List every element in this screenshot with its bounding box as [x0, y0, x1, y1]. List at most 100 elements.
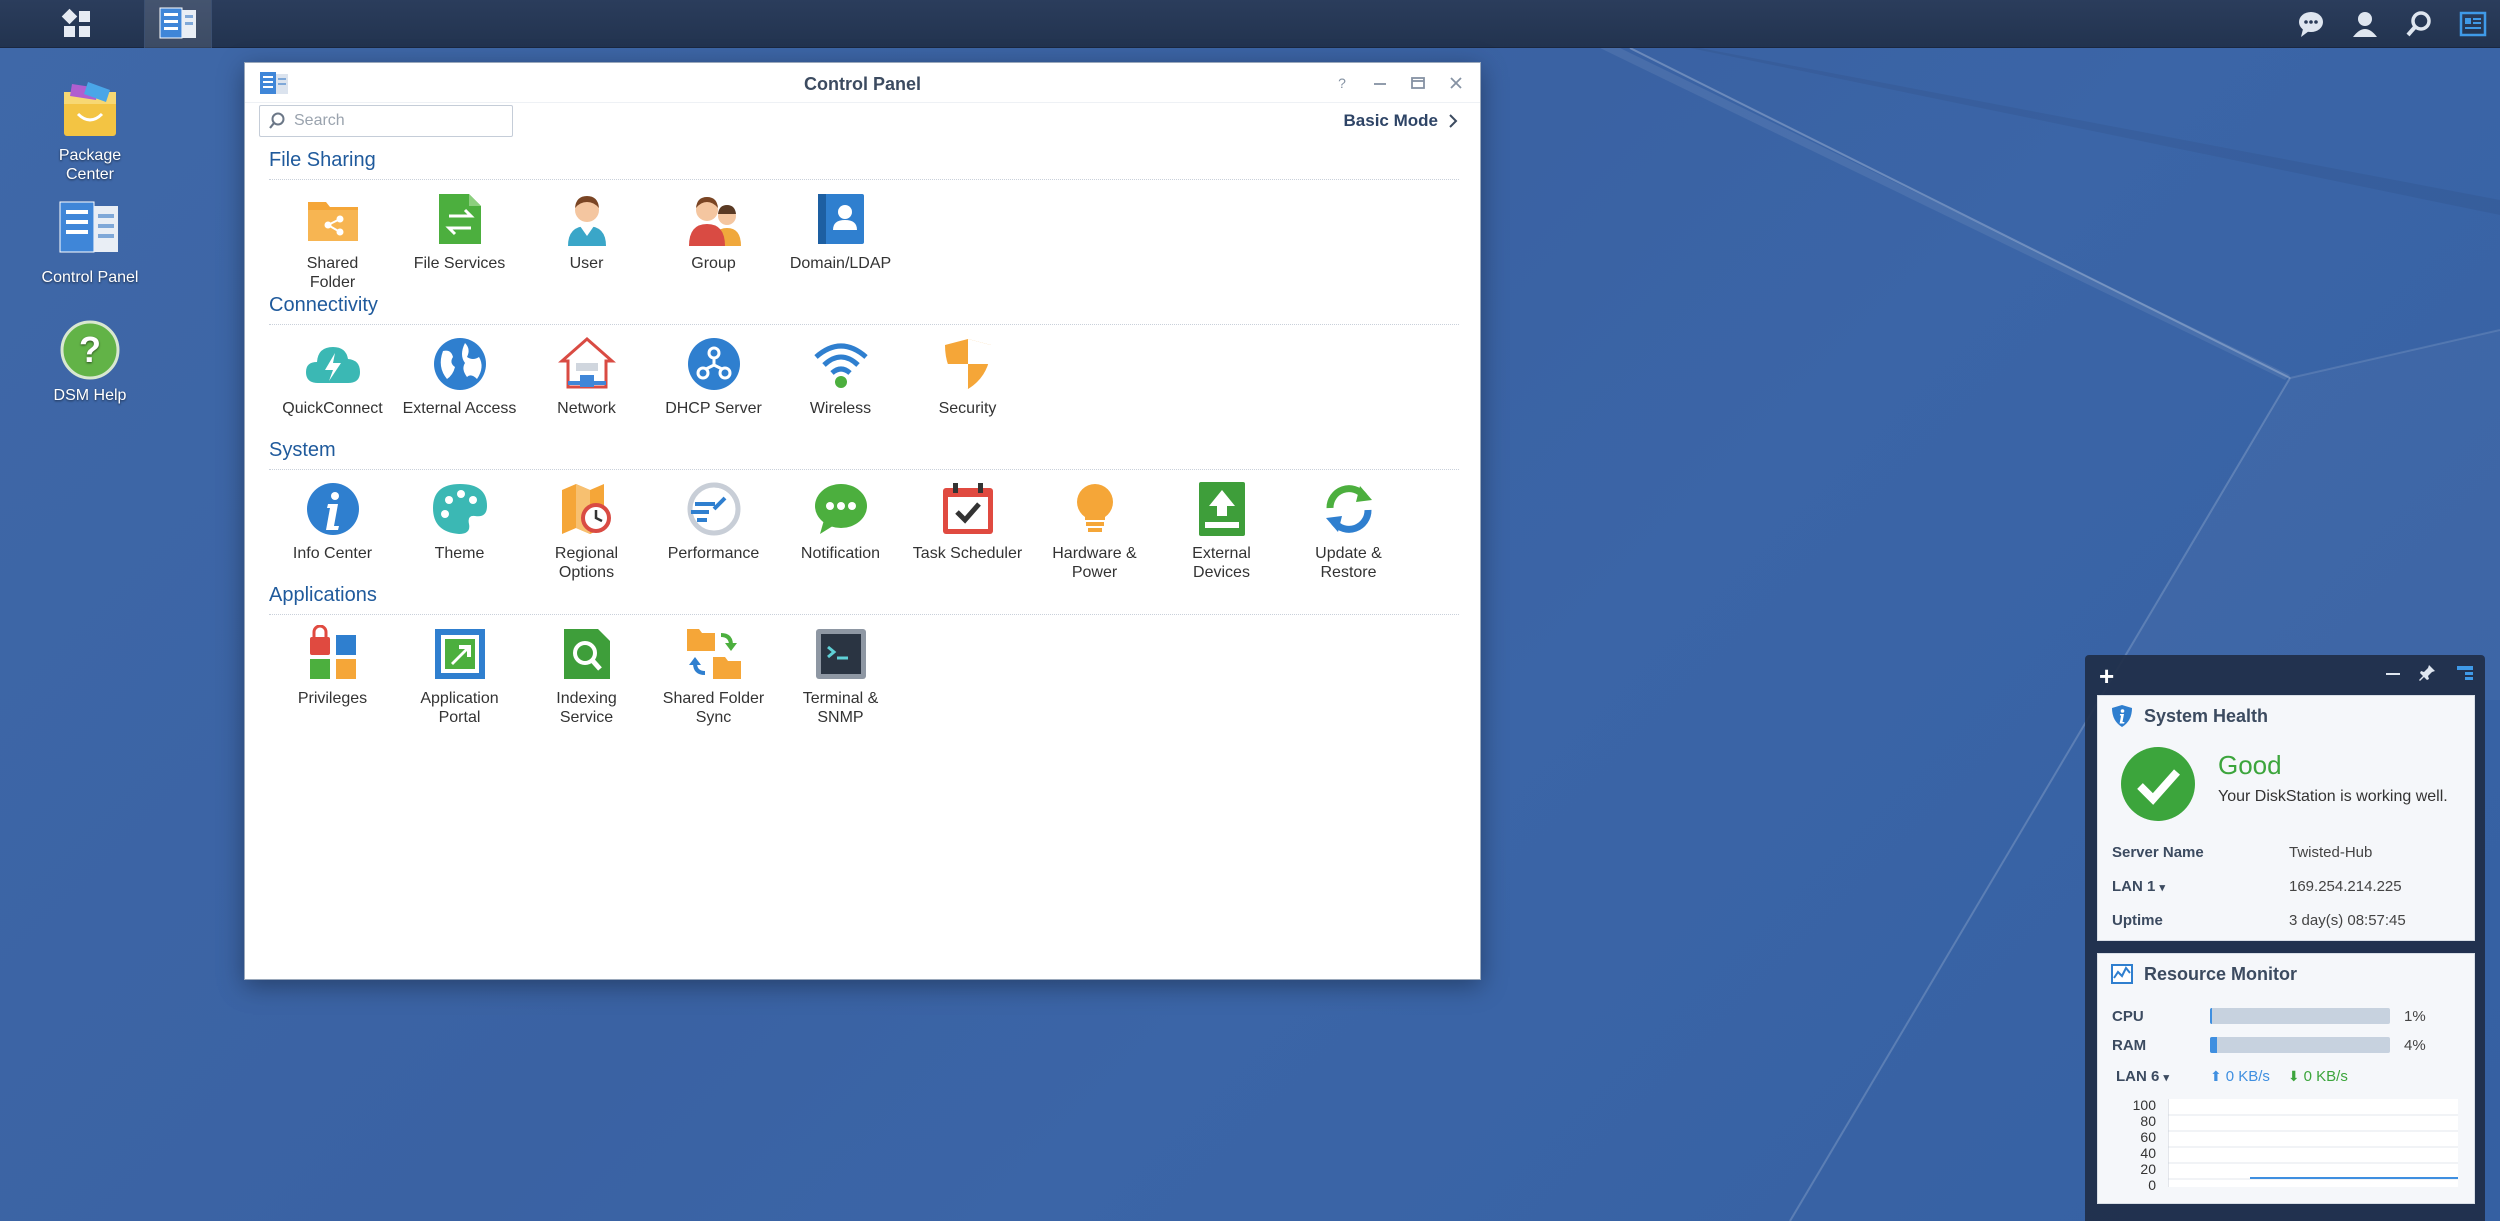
- item-application-portal[interactable]: Application Portal: [396, 625, 523, 727]
- item-security[interactable]: Security: [904, 335, 1031, 418]
- item-privileges[interactable]: Privileges: [269, 624, 396, 727]
- item-external-access[interactable]: External Access: [396, 335, 523, 418]
- section-title: Connectivity: [269, 294, 378, 316]
- user-icon: [567, 196, 606, 246]
- chart-tick: 100: [2132, 1097, 2156, 1113]
- item-dhcp-server[interactable]: DHCP Server: [650, 335, 777, 418]
- item-update-restore[interactable]: Update & Restore: [1285, 480, 1412, 582]
- item-external-devices[interactable]: External Devices: [1158, 480, 1285, 582]
- group-icon: [688, 197, 741, 246]
- item-shared-folder[interactable]: Shared Folder: [269, 190, 396, 292]
- upload-rate: 0 KB/s: [2225, 1067, 2270, 1085]
- item-hardware-power[interactable]: Hardware & Power: [1031, 480, 1158, 582]
- basic-mode-label: Basic Mode: [1343, 111, 1438, 130]
- search-button[interactable]: [2392, 0, 2446, 48]
- good-status-icon: [2120, 746, 2196, 827]
- item-group[interactable]: Group: [650, 190, 777, 292]
- cpu-row: CPU 1%: [2112, 1006, 2426, 1026]
- window-maximize-button[interactable]: [1406, 71, 1430, 95]
- item-indexing-service[interactable]: Indexing Service: [523, 625, 650, 727]
- window-minimize-button[interactable]: [1368, 71, 1392, 95]
- window-titlebar[interactable]: Control Panel ?: [245, 63, 1480, 103]
- window-help-button[interactable]: ?: [1330, 71, 1354, 95]
- dhcp-server-icon: [687, 338, 740, 390]
- minimize-icon: [1374, 83, 1386, 85]
- item-shared-folder-sync[interactable]: Shared Folder Sync: [650, 625, 777, 727]
- desktop-icon-label: Package: [58, 147, 122, 164]
- file-services-icon: [438, 194, 481, 244]
- desktop-icon-control-panel[interactable]: Control Panel: [20, 200, 160, 287]
- cpu-bar: [2210, 1008, 2390, 1024]
- user-menu-button[interactable]: [2338, 0, 2392, 48]
- item-quickconnect[interactable]: QuickConnect: [269, 335, 396, 418]
- control-panel-icon: [59, 201, 118, 253]
- section-title: Applications: [269, 584, 377, 606]
- item-notification[interactable]: Notification: [777, 480, 904, 582]
- lan-traffic-dropdown[interactable]: LAN 6 ▾: [2116, 1068, 2210, 1085]
- chat-button[interactable]: [2284, 0, 2338, 48]
- search-input[interactable]: [294, 112, 494, 130]
- taskbar-control-panel-button[interactable]: [144, 0, 212, 48]
- desktop-icon-package-center[interactable]: Package Center: [20, 78, 160, 184]
- window-close-button[interactable]: [1444, 71, 1468, 95]
- chevron-down-icon: ▾: [2163, 1071, 2170, 1084]
- check-circle-icon: [2121, 747, 2195, 821]
- system-health-widget: System Health Good Your DiskStation is w…: [2097, 695, 2475, 941]
- widgets-button[interactable]: [2446, 0, 2500, 48]
- item-network[interactable]: Network: [523, 335, 650, 418]
- user-icon: [2353, 12, 2377, 37]
- chart-tick: 60: [2140, 1129, 2156, 1145]
- help-icon: ?: [1338, 75, 1346, 91]
- server-name-value: Twisted-Hub: [2289, 844, 2373, 861]
- item-regional-options[interactable]: Regional Options: [523, 480, 650, 582]
- search-icon: [2406, 11, 2431, 37]
- item-terminal-snmp[interactable]: Terminal & SNMP: [777, 625, 904, 727]
- section-title: System: [269, 439, 336, 461]
- widget-settings-button[interactable]: [2455, 663, 2475, 688]
- performance-icon: [687, 482, 740, 536]
- search-icon: [269, 112, 285, 129]
- ram-bar: [2210, 1037, 2390, 1053]
- theme-icon: [432, 484, 487, 534]
- add-widget-button[interactable]: +: [2099, 661, 2114, 692]
- item-theme[interactable]: Theme: [396, 480, 523, 582]
- item-file-services[interactable]: File Services: [396, 190, 523, 292]
- item-user[interactable]: User: [523, 190, 650, 292]
- main-menu-button[interactable]: [22, 0, 132, 48]
- control-panel-icon: [159, 7, 196, 39]
- wireless-icon: [813, 343, 868, 388]
- ram-label: RAM: [2112, 1036, 2147, 1054]
- item-info-center[interactable]: Info Center: [269, 480, 396, 582]
- item-wireless[interactable]: Wireless: [777, 335, 904, 418]
- item-task-scheduler[interactable]: Task Scheduler: [904, 480, 1031, 582]
- desktop-icon-dsm-help[interactable]: ? DSM Help: [20, 318, 160, 405]
- item-domain-ldap[interactable]: Domain/LDAP: [777, 190, 904, 292]
- desktop-icon-label: DSM Help: [53, 387, 127, 404]
- lan-traffic-row: LAN 6 ▾ ⬆ 0 KB/s ⬇ 0 KB/s: [2116, 1066, 2348, 1086]
- security-icon: [944, 339, 991, 389]
- regional-options-icon: [561, 484, 611, 534]
- widget-minimize-button[interactable]: [2383, 663, 2403, 688]
- server-name-label: Server Name: [2112, 844, 2204, 861]
- search-field[interactable]: [259, 105, 513, 137]
- quickconnect-icon: [305, 347, 360, 383]
- chart-tick: 0: [2148, 1177, 2156, 1193]
- lan-dropdown[interactable]: LAN 1 ▾: [2112, 878, 2165, 895]
- main-menu-icon: [61, 8, 90, 37]
- chart-tick: 40: [2140, 1145, 2156, 1161]
- download-arrow-icon: ⬇: [2287, 1067, 2300, 1084]
- ram-row: RAM 4%: [2112, 1035, 2426, 1055]
- upload-arrow-icon: ⬆: [2210, 1067, 2222, 1084]
- network-chart: 100 80 60 40 20 0: [2112, 1097, 2462, 1197]
- health-message: Your DiskStation is working well.: [2218, 788, 2448, 805]
- section-title: File Sharing: [269, 149, 376, 171]
- item-performance[interactable]: Performance: [650, 480, 777, 582]
- widget-pin-button[interactable]: [2419, 663, 2439, 688]
- window-title: Control Panel: [803, 74, 921, 94]
- taskbar: [0, 0, 2500, 48]
- hardware-power-icon: [1076, 484, 1113, 532]
- info-icon: [2112, 705, 2132, 727]
- update-restore-icon: [1325, 485, 1372, 533]
- basic-mode-button[interactable]: Basic Mode: [1344, 111, 1458, 131]
- terminal-snmp-icon: [815, 629, 866, 679]
